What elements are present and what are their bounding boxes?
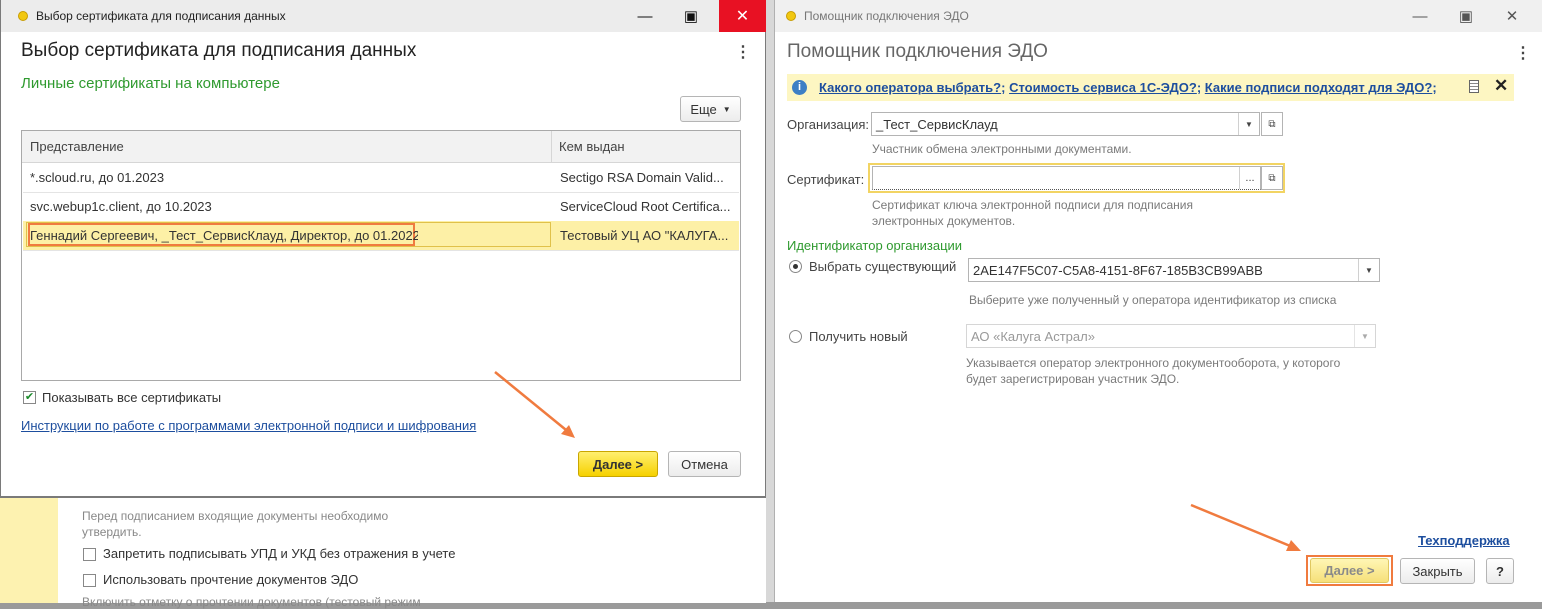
background-form: Перед подписанием входящие документы нео…	[0, 497, 766, 609]
existing-id-value: 2AE147F5C07-C5A8-4151-8F67-185B3CB99ABB	[973, 262, 1263, 278]
list-header: Представление Кем выдан	[22, 131, 740, 163]
forbid-sign-checkbox[interactable]	[83, 548, 96, 561]
cert-field[interactable]: ...	[872, 166, 1261, 190]
new-operator-field[interactable]: АО «Калуга Астрал» ▼	[966, 324, 1376, 348]
link-separator: ;	[1001, 80, 1006, 95]
org-value: _Тест_СервисКлауд	[876, 116, 998, 132]
read-docs-checkbox[interactable]	[83, 574, 96, 587]
service-cost-link[interactable]: Стоимость сервиса 1С-ЭДО?	[1009, 80, 1197, 95]
forbid-sign-label: Запретить подписывать УПД и УКД без отра…	[103, 546, 456, 561]
edo-assistant-window: Помощник подключения ЭДО — ▣ ✕ Помощник …	[774, 0, 1542, 602]
org-hint: Участник обмена электронными документами…	[872, 142, 1132, 156]
kebab-menu-icon[interactable]: ⋮	[735, 42, 751, 62]
operator-choice-link[interactable]: Какого оператора выбрать?	[819, 80, 1001, 95]
link-separator: ;	[1432, 80, 1437, 95]
info-icon: i	[792, 80, 807, 95]
column-header-issuer[interactable]: Кем выдан	[559, 131, 625, 162]
new-operator-value: АО «Калуга Астрал»	[971, 328, 1095, 344]
close-icon[interactable]: ✕	[1494, 76, 1508, 96]
org-field[interactable]: _Тест_СервисКлауд ▼	[871, 112, 1260, 136]
bg-note-line2: утвердить.	[82, 525, 142, 539]
close-button[interactable]: ✕	[719, 0, 766, 32]
page-title: Выбор сертификата для подписания данных	[21, 40, 417, 61]
row-issuer: Тестовый УЦ АО "КАЛУГА...	[560, 228, 729, 243]
existing-id-field[interactable]: 2AE147F5C07-C5A8-4151-8F67-185B3CB99ABB …	[968, 258, 1380, 282]
row-name: Геннадий Сергеевич, _Тест_СервисКлауд, Д…	[30, 228, 418, 243]
new-hint-line2: будет зарегистрирован участник ЭДО.	[966, 372, 1180, 386]
id-group-title: Идентификатор организации	[787, 238, 963, 253]
cert-label: Сертификат:	[787, 172, 865, 187]
info-bar: i Какого оператора выбрать?; Стоимость с…	[787, 74, 1514, 101]
link-separator: ;	[1196, 80, 1202, 95]
cert-hint-line2: электронных документов.	[872, 214, 1016, 228]
page-title: Помощник подключения ЭДО	[787, 41, 1048, 62]
certificate-list: Представление Кем выдан *.scloud.ru, до …	[21, 130, 741, 381]
new-hint: Указывается оператор электронного докуме…	[966, 355, 1340, 387]
close-dialog-button[interactable]: Закрыть	[1400, 558, 1475, 584]
pointer-arrow-icon	[1190, 503, 1301, 551]
radio-new[interactable]	[789, 330, 802, 343]
app-icon	[786, 11, 796, 21]
instructions-link[interactable]: Инструкции по работе с программами элект…	[21, 418, 476, 433]
maximize-button[interactable]: ▣	[1443, 0, 1489, 32]
cert-hint-line1: Сертификат ключа электронной подписи для…	[872, 198, 1193, 212]
more-button[interactable]: Еще ▼	[680, 96, 741, 122]
open-icon[interactable]: ⧉	[1261, 112, 1283, 136]
info-links: Какого оператора выбрать?; Стоимость сер…	[819, 80, 1437, 95]
column-divider	[551, 131, 552, 162]
left-title-text: Выбор сертификата для подписания данных	[36, 9, 286, 23]
minimize-button[interactable]: —	[622, 0, 668, 32]
org-label: Организация:	[787, 117, 870, 132]
ellipsis-icon[interactable]: ...	[1239, 167, 1260, 189]
chevron-down-icon[interactable]: ▼	[1354, 325, 1375, 347]
chevron-down-icon: ▼	[722, 104, 731, 114]
kebab-menu-icon[interactable]: ⋮	[1515, 43, 1531, 63]
table-row[interactable]: *.scloud.ru, до 01.2023 Sectigo RSA Doma…	[23, 163, 739, 193]
certificate-select-window: Выбор сертификата для подписания данных …	[0, 0, 766, 497]
show-all-checkbox[interactable]: ✔	[23, 391, 36, 404]
row-name: *.scloud.ru, до 01.2023	[30, 170, 165, 185]
show-all-label: Показывать все сертификаты	[42, 390, 222, 405]
document-icon[interactable]	[1469, 80, 1479, 93]
window-gap	[766, 0, 774, 602]
radio-existing[interactable]	[789, 260, 802, 273]
cancel-button[interactable]: Отмена	[668, 451, 741, 477]
chevron-down-icon[interactable]: ▼	[1238, 113, 1259, 135]
maximize-button[interactable]: ▣	[668, 0, 714, 32]
section-subtitle: Личные сертификаты на компьютере	[21, 75, 280, 92]
existing-hint: Выберите уже полученный у оператора иден…	[969, 293, 1337, 307]
more-button-label: Еще	[690, 101, 717, 117]
pointer-arrow-icon	[494, 371, 575, 438]
right-title-text: Помощник подключения ЭДО	[804, 9, 969, 23]
new-hint-line1: Указывается оператор электронного докуме…	[966, 356, 1341, 370]
chevron-down-icon[interactable]: ▼	[1358, 259, 1379, 281]
app-icon	[18, 11, 28, 21]
table-row-selected[interactable]: Геннадий Сергеевич, _Тест_СервисКлауд, Д…	[23, 221, 739, 251]
read-docs-label: Использовать прочтение документов ЭДО	[103, 572, 359, 587]
bg-note-cut: Включить отметку о прочтении документов …	[82, 595, 421, 609]
help-button[interactable]: ?	[1486, 558, 1514, 584]
row-issuer: Sectigo RSA Domain Valid...	[560, 170, 724, 185]
support-link[interactable]: Техподдержка	[1418, 533, 1510, 548]
background-yellow-panel	[0, 498, 58, 603]
table-row[interactable]: svc.webup1c.client, до 10.2023 ServiceCl…	[23, 192, 739, 222]
bg-note: Перед подписанием входящие документы нео…	[82, 508, 388, 540]
open-icon[interactable]: ⧉	[1261, 166, 1283, 190]
column-header-name[interactable]: Представление	[30, 131, 124, 162]
left-title-bar: Выбор сертификата для подписания данных …	[1, 0, 766, 32]
next-button[interactable]: Далее >	[1310, 558, 1389, 583]
bg-note-line1: Перед подписанием входящие документы нео…	[82, 509, 389, 523]
minimize-button[interactable]: —	[1397, 0, 1443, 32]
row-name: svc.webup1c.client, до 10.2023	[30, 199, 212, 214]
right-title-bar: Помощник подключения ЭДО — ▣ ✕	[775, 0, 1542, 32]
radio-existing-label: Выбрать существующий	[809, 259, 957, 274]
row-issuer: ServiceCloud Root Certifica...	[560, 199, 731, 214]
next-button[interactable]: Далее >	[578, 451, 658, 477]
cert-hint: Сертификат ключа электронной подписи для…	[872, 197, 1193, 229]
signature-types-link[interactable]: Какие подписи подходят для ЭДО?	[1205, 80, 1433, 95]
radio-new-label: Получить новый	[809, 329, 908, 344]
close-button[interactable]: ✕	[1489, 0, 1535, 32]
